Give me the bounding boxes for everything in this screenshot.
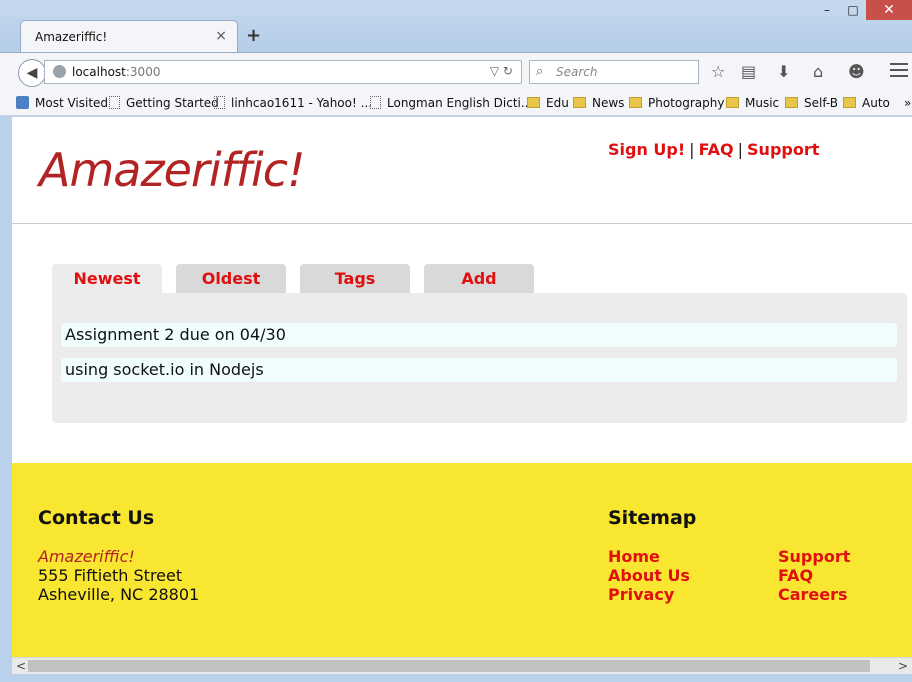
navigation-toolbar: ◀ localhost:3000 ▽ ↻ ⌕ Search ☆ ▤ ⬇ ⌂ ☻ — [0, 52, 912, 90]
tab-tags[interactable]: Tags — [300, 264, 410, 294]
folder-icon — [785, 97, 798, 108]
chat-icon[interactable]: ☻ — [848, 62, 865, 81]
sign-up-link[interactable]: Sign Up! — [608, 140, 685, 159]
window-controls: – □ ✕ — [814, 0, 912, 22]
browser-tab[interactable]: Amazeriffic! × — [20, 20, 238, 52]
new-tab-button[interactable]: + — [246, 25, 261, 46]
scroll-right-icon[interactable]: > — [898, 659, 908, 673]
faq-link[interactable]: FAQ — [699, 140, 734, 159]
minimize-button[interactable]: – — [814, 0, 840, 20]
tab-newest[interactable]: Newest — [52, 264, 162, 296]
folder-icon — [573, 97, 586, 108]
bookmarks-overflow-icon[interactable]: » — [904, 96, 911, 110]
bookmark-getting-started[interactable]: Getting Started — [109, 96, 219, 110]
bookmark-folder-auto[interactable]: Auto — [843, 96, 890, 110]
bookmark-folder-edu[interactable]: Edu — [527, 96, 569, 110]
address-line: Asheville, NC 28801 — [38, 585, 200, 604]
sitemap-support-link[interactable]: Support — [778, 547, 850, 566]
bookmarks-bar: Most Visited Getting Started linhcao1611… — [0, 90, 912, 116]
sitemap-careers-link[interactable]: Careers — [778, 585, 848, 604]
home-icon[interactable]: ⌂ — [813, 62, 823, 81]
url-text: localhost:3000 — [72, 65, 161, 79]
sitemap-privacy-link[interactable]: Privacy — [608, 585, 674, 604]
sitemap-about-link[interactable]: About Us — [608, 566, 690, 585]
bookmark-yahoo[interactable]: linhcao1611 - Yahoo! ... — [214, 96, 372, 110]
folder-icon — [527, 97, 540, 108]
page-content: Amazeriffic! Sign Up! | FAQ | Support Newest… — [12, 117, 912, 657]
scroll-left-icon[interactable]: < — [16, 659, 26, 673]
footer: Contact Us Amazeriffic! 555 Fiftieth Str… — [12, 463, 912, 657]
sitemap-home-link[interactable]: Home — [608, 547, 660, 566]
page-icon — [214, 96, 225, 109]
bookmark-folder-photography[interactable]: Photography — [629, 96, 724, 110]
globe-icon — [53, 65, 66, 78]
tab-close-icon[interactable]: × — [215, 28, 227, 44]
footer-brand: Amazeriffic! — [38, 547, 135, 566]
bookmark-star-icon[interactable]: ☆ — [711, 62, 725, 81]
search-input[interactable]: ⌕ Search — [529, 60, 699, 84]
bookmark-most-visited[interactable]: Most Visited — [16, 96, 108, 110]
most-visited-icon — [16, 96, 29, 109]
horizontal-scrollbar[interactable]: < > — [12, 657, 912, 674]
folder-icon — [726, 97, 739, 108]
tab-add[interactable]: Add — [424, 264, 534, 294]
address-bar[interactable]: localhost:3000 ▽ ↻ — [44, 60, 522, 84]
browser-window: – □ ✕ Amazeriffic! × + ◀ localhost:3000 … — [0, 0, 912, 682]
todo-item: using socket.io in Nodejs — [61, 358, 897, 382]
maximize-button[interactable]: □ — [840, 0, 866, 20]
window-left-edge — [0, 116, 12, 682]
sitemap-faq-link[interactable]: FAQ — [778, 566, 813, 585]
back-arrow-icon: ◀ — [26, 65, 38, 81]
search-placeholder: Search — [556, 65, 598, 79]
bookmark-folder-news[interactable]: News — [573, 96, 624, 110]
scrollbar-thumb[interactable] — [28, 660, 870, 672]
nav-separator: | — [689, 140, 695, 159]
folder-icon — [843, 97, 856, 108]
address-line: 555 Fiftieth Street — [38, 566, 183, 585]
search-icon: ⌕ — [536, 64, 544, 79]
bookmark-folder-self-b[interactable]: Self-B — [785, 96, 838, 110]
download-icon[interactable]: ⬇ — [777, 62, 790, 81]
back-button[interactable]: ◀ — [18, 59, 46, 87]
contact-heading: Contact Us — [38, 507, 155, 529]
bookmark-folder-music[interactable]: Music — [726, 96, 779, 110]
tab-oldest[interactable]: Oldest — [176, 264, 286, 294]
page-icon — [370, 96, 381, 109]
window-bottom-edge — [0, 674, 912, 682]
tab-title: Amazeriffic! — [35, 30, 108, 44]
todo-item: Assignment 2 due on 04/30 — [61, 323, 897, 347]
sitemap-heading: Sitemap — [608, 507, 697, 529]
site-title: Amazeriffic! — [39, 143, 306, 197]
top-nav: Sign Up! | FAQ | Support — [608, 140, 819, 159]
bookmark-longman[interactable]: Longman English Dicti... — [370, 96, 532, 110]
page-icon — [109, 96, 120, 109]
tab-content: Assignment 2 due on 04/30 using socket.i… — [52, 293, 907, 423]
nav-separator: | — [737, 140, 744, 159]
reload-icon[interactable]: ▽ ↻ — [490, 64, 513, 78]
header-divider — [12, 223, 912, 224]
title-bar: – □ ✕ Amazeriffic! × + — [0, 0, 912, 52]
menu-icon[interactable] — [890, 63, 908, 81]
folder-icon — [629, 97, 642, 108]
reading-list-icon[interactable]: ▤ — [741, 62, 756, 81]
support-link[interactable]: Support — [747, 140, 819, 159]
close-window-button[interactable]: ✕ — [866, 0, 912, 20]
